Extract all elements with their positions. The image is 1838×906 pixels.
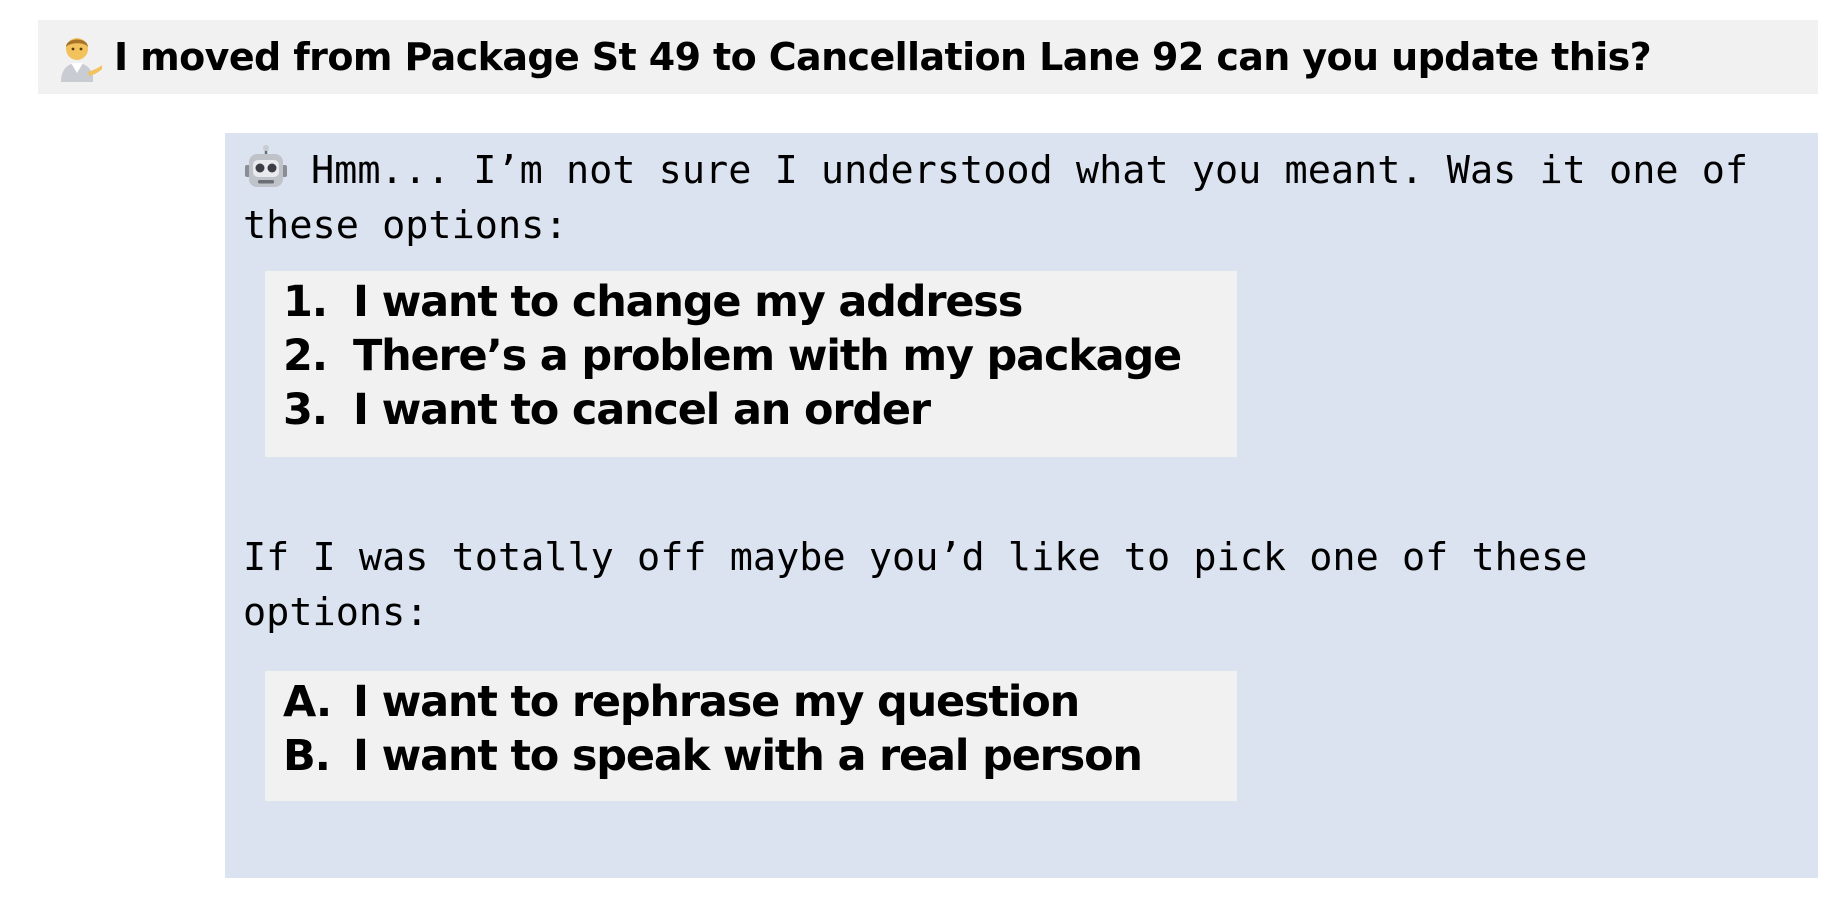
- option-number: 2.: [283, 331, 328, 381]
- suggestion-option[interactable]: 3. I want to cancel an order: [283, 385, 1237, 439]
- bot-fallback-text: If I was totally off maybe you’d like to…: [243, 535, 1588, 635]
- fallback-option[interactable]: B. I want to speak with a real person: [283, 731, 1237, 785]
- person-tipping-hand-icon: [54, 32, 104, 82]
- option-label: I want to change my address: [353, 277, 1023, 327]
- option-label: I want to cancel an order: [353, 385, 931, 435]
- suggestion-option[interactable]: 1. I want to change my address: [283, 277, 1237, 331]
- bot-intro: Hmm... I’m not sure I understood what yo…: [243, 143, 1763, 253]
- suggestion-list: 1. I want to change my address 2. There’…: [265, 271, 1237, 457]
- option-label: I want to rephrase my question: [353, 677, 1080, 727]
- bot-message-bubble: Hmm... I’m not sure I understood what yo…: [225, 133, 1818, 878]
- option-number: 3.: [283, 385, 328, 435]
- option-letter: B.: [283, 731, 331, 781]
- option-letter: A.: [283, 677, 332, 727]
- user-message-bubble: I moved from Package St 49 to Cancellati…: [38, 20, 1818, 94]
- fallback-option-list: A. I want to rephrase my question B. I w…: [265, 671, 1237, 801]
- robot-icon: [243, 145, 289, 189]
- option-label: I want to speak with a real person: [353, 731, 1143, 781]
- option-label: There’s a problem with my package: [353, 331, 1182, 381]
- bot-intro-text: Hmm... I’m not sure I understood what yo…: [243, 148, 1749, 248]
- option-number: 1.: [283, 277, 328, 327]
- suggestion-option[interactable]: 2. There’s a problem with my package: [283, 331, 1237, 385]
- user-message-text: I moved from Package St 49 to Cancellati…: [114, 35, 1652, 79]
- fallback-option[interactable]: A. I want to rephrase my question: [283, 677, 1237, 731]
